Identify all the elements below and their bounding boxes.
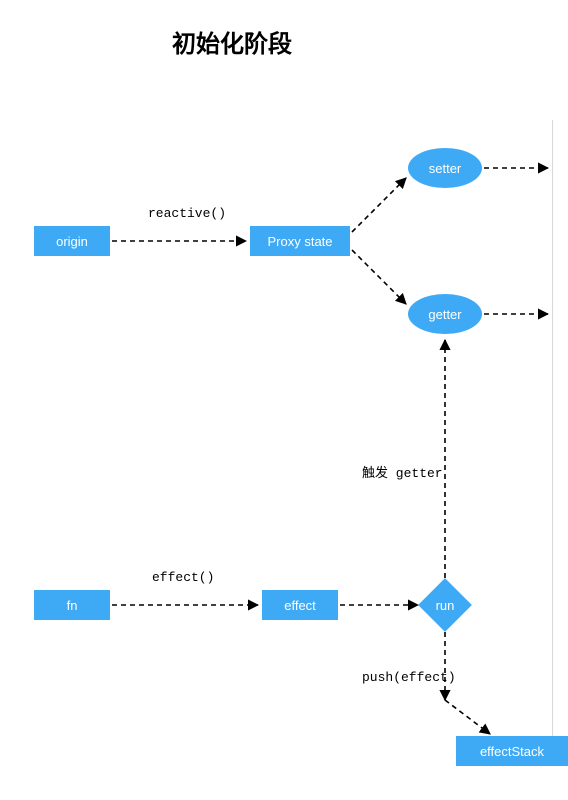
edge-label-reactive: reactive() <box>148 206 226 221</box>
edge-label-effect: effect() <box>152 570 214 585</box>
node-getter: getter <box>408 294 482 334</box>
edge-run-stack-d <box>445 700 490 734</box>
node-effectstack: effectStack <box>456 736 568 766</box>
node-setter: setter <box>408 148 482 188</box>
node-label: getter <box>428 307 461 322</box>
node-fn: fn <box>34 590 110 620</box>
node-label: effectStack <box>480 744 544 759</box>
node-label: origin <box>56 234 88 249</box>
diagram-title: 初始化阶段 <box>172 24 292 59</box>
node-label: Proxy state <box>267 234 332 249</box>
edge-proxy-setter <box>352 178 406 232</box>
node-label: effect <box>284 598 316 613</box>
node-run: run <box>418 578 472 632</box>
diagram-canvas: 初始化阶段 origin Proxy state setter getter f… <box>0 0 568 800</box>
diagram-edges <box>0 0 568 800</box>
node-effect: effect <box>262 590 338 620</box>
node-label: run <box>436 598 455 613</box>
node-proxy-state: Proxy state <box>250 226 350 256</box>
node-label: setter <box>429 161 462 176</box>
node-label: fn <box>67 598 78 613</box>
edge-label-trigger-getter: 触发 getter <box>362 462 443 481</box>
column-separator <box>552 120 553 736</box>
edge-label-push-effect: push(effect) <box>362 670 456 685</box>
node-origin: origin <box>34 226 110 256</box>
edge-proxy-getter <box>352 250 406 304</box>
